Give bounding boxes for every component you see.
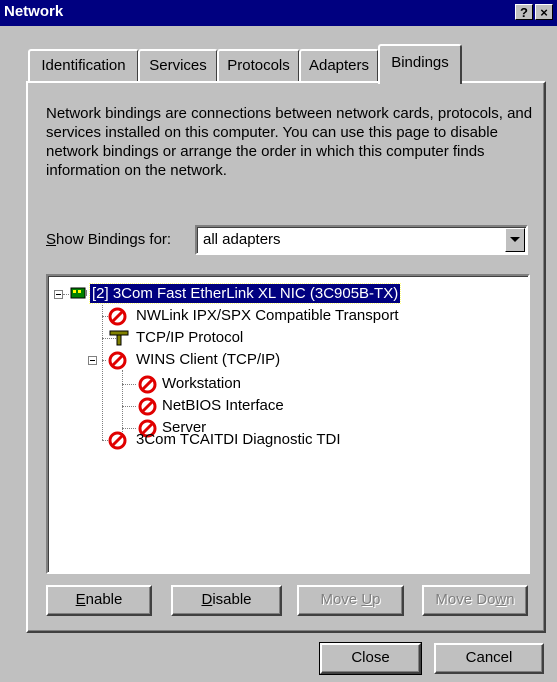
- tree-item-netbios[interactable]: NetBIOS Interface: [138, 395, 498, 417]
- tree-item-tcpip[interactable]: TCP/IP Protocol: [108, 327, 508, 349]
- dropdown-arrow-button[interactable]: [505, 228, 525, 252]
- disabled-icon: [108, 307, 127, 326]
- tree-item-wins[interactable]: WINS Client (TCP/IP): [108, 349, 508, 371]
- show-bindings-label: Show Bindings for:: [46, 231, 171, 248]
- cancel-button[interactable]: Cancel: [434, 643, 544, 674]
- bindings-tree[interactable]: [2] 3Com Fast EtherLink XL NIC (3C905B-T…: [46, 274, 530, 574]
- tree-item-label: NWLink IPX/SPX Compatible Transport: [136, 307, 399, 324]
- help-button[interactable]: ?: [515, 4, 533, 20]
- disable-button[interactable]: Disable: [171, 585, 282, 616]
- tree-item-label: TCP/IP Protocol: [136, 329, 244, 346]
- disabled-icon: [138, 375, 157, 394]
- tree-item-label: [2] 3Com Fast EtherLink XL NIC (3C905B-T…: [88, 283, 402, 304]
- move-up-button[interactable]: Move Up: [297, 585, 404, 616]
- disabled-icon: [138, 397, 157, 416]
- network-card-icon: [70, 287, 87, 299]
- disabled-icon: [108, 351, 127, 370]
- tree-item-label: 3Com TCAITDI Diagnostic TDI: [136, 431, 341, 448]
- tree-item-label: WINS Client (TCP/IP): [136, 351, 281, 368]
- tree-item-3com-tdi[interactable]: 3Com TCAITDI Diagnostic TDI: [108, 429, 508, 451]
- title-bar[interactable]: Network ? ×: [0, 0, 557, 26]
- tree-item-adapter[interactable]: [2] 3Com Fast EtherLink XL NIC (3C905B-T…: [70, 283, 470, 305]
- enable-button[interactable]: Enable: [46, 585, 152, 616]
- chevron-down-icon: [510, 237, 520, 242]
- collapse-toggle-adapter[interactable]: [54, 290, 63, 299]
- tree-item-label: Workstation: [162, 375, 241, 392]
- tree-item-workstation[interactable]: Workstation: [138, 373, 498, 395]
- disabled-icon: [108, 431, 127, 450]
- show-bindings-label-text: how Bindings for:: [56, 231, 172, 248]
- window-title: Network: [4, 3, 64, 20]
- show-bindings-select-value: all adapters: [203, 231, 281, 248]
- tab-adapters[interactable]: Adapters: [299, 49, 379, 82]
- tab-identification[interactable]: Identification: [28, 49, 139, 82]
- show-bindings-select[interactable]: all adapters: [195, 225, 528, 255]
- tab-bindings[interactable]: Bindings: [378, 44, 462, 84]
- show-bindings-label-mnemonic: S: [46, 231, 57, 248]
- tree-item-label: NetBIOS Interface: [162, 397, 284, 414]
- close-button[interactable]: Close: [319, 642, 422, 675]
- move-down-button[interactable]: Move Down: [422, 585, 528, 616]
- tab-protocols[interactable]: Protocols: [217, 49, 300, 82]
- tab-services[interactable]: Services: [138, 49, 218, 82]
- tree-item-nwlink[interactable]: NWLink IPX/SPX Compatible Transport: [108, 305, 508, 327]
- collapse-toggle-wins[interactable]: [88, 356, 97, 365]
- bindings-description: Network bindings are connections between…: [46, 105, 533, 179]
- protocol-icon: [109, 330, 129, 346]
- close-window-button[interactable]: ×: [535, 4, 553, 20]
